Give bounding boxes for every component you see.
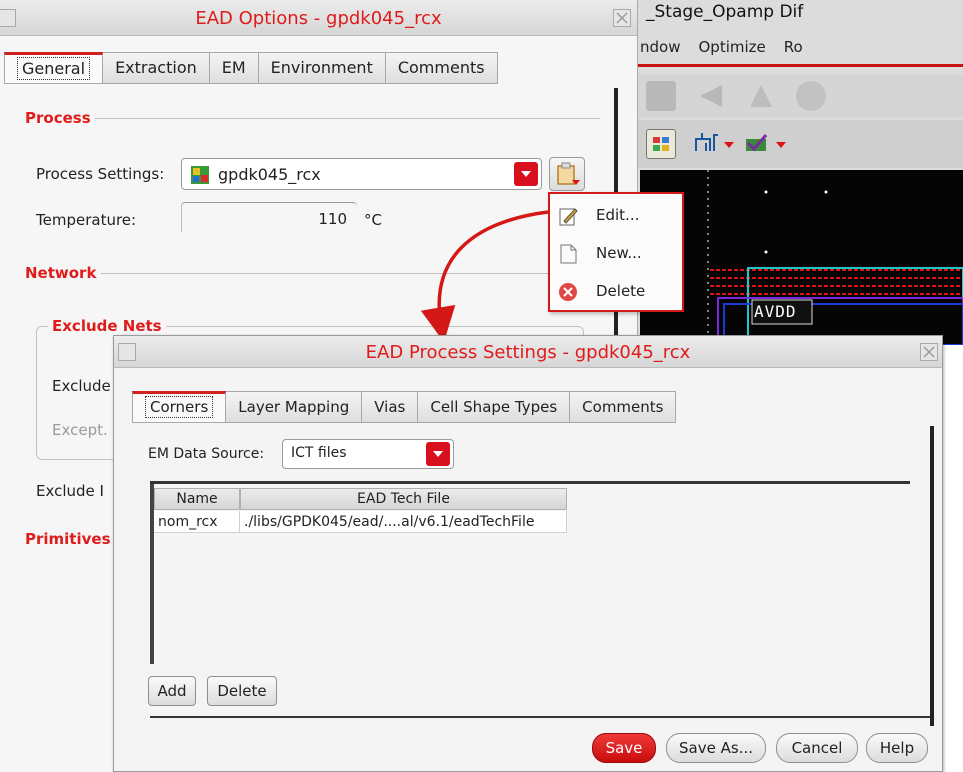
delete-icon — [558, 282, 578, 302]
dialog-close-button[interactable] — [920, 343, 938, 361]
tab-environment[interactable]: Environment — [258, 52, 386, 84]
toolbar-icon-2[interactable] — [696, 81, 726, 111]
process-dialog-title: EAD Process Settings - gpdk045_rcx — [365, 342, 691, 363]
process-settings-select[interactable]: gpdk045_rcx — [181, 158, 542, 190]
tab-vias[interactable]: Vias — [362, 391, 419, 423]
process-dropdown-arrow-icon[interactable] — [514, 162, 538, 186]
background-window: _Stage_Opamp Dif ndow Optimize Ro AVDD — [636, 0, 963, 345]
menu-divider — [636, 64, 963, 67]
menu-item-new[interactable]: New... — [550, 236, 682, 272]
avdd-label: AVDD — [754, 302, 797, 321]
close-button[interactable] — [613, 9, 631, 27]
options-window-title: EAD Options - gpdk045_rcx — [195, 8, 442, 29]
clipboard-icon — [557, 162, 580, 185]
primitives-section-label: Primitives — [25, 530, 111, 548]
temperature-value: 110 — [318, 210, 347, 228]
cancel-button[interactable]: Cancel — [776, 733, 858, 763]
save-as-button[interactable]: Save As... — [666, 733, 766, 763]
menu-item-delete[interactable]: Delete — [550, 274, 682, 310]
exclude-label: Exclude — [52, 377, 111, 395]
check-dropdown-icon[interactable] — [776, 142, 786, 148]
exclude-nets-label: Exclude Nets — [48, 317, 166, 335]
table-bottom-border — [150, 716, 930, 718]
process-icon — [190, 165, 210, 185]
toolbar-icon-4[interactable] — [796, 81, 826, 111]
menu-window[interactable]: ndow — [640, 32, 680, 62]
check-icon[interactable] — [742, 129, 772, 159]
options-tabs: General Extraction EM Environment Commen… — [4, 52, 498, 84]
edit-icon — [558, 206, 578, 226]
tab-comments[interactable]: Comments — [570, 391, 677, 423]
process-settings-label: Process Settings: — [36, 165, 165, 183]
add-button[interactable]: Add — [148, 676, 196, 706]
process-dialog-scrollbar[interactable] — [930, 426, 934, 726]
em-source-dropdown-arrow-icon[interactable] — [426, 442, 450, 466]
temperature-label: Temperature: — [36, 211, 137, 229]
process-dialog-titlebar[interactable]: EAD Process Settings - gpdk045_rcx — [114, 336, 942, 368]
menu-ro[interactable]: Ro — [784, 32, 803, 62]
tab-extraction[interactable]: Extraction — [103, 52, 210, 84]
tab-layer-mapping[interactable]: Layer Mapping — [226, 391, 363, 423]
document-icon — [558, 244, 578, 264]
network-divider — [101, 273, 551, 274]
menu-optimize[interactable]: Optimize — [698, 32, 765, 62]
tab-em[interactable]: EM — [209, 52, 259, 84]
tab-comments[interactable]: Comments — [385, 52, 498, 84]
process-section-label: Process — [25, 109, 91, 127]
tab-corners[interactable]: Corners — [132, 391, 227, 423]
tab-cell-shape-types[interactable]: Cell Shape Types — [418, 391, 571, 423]
temperature-field[interactable]: 110 — [181, 202, 357, 232]
toolbar-icon-3[interactable] — [746, 81, 776, 111]
background-menubar: ndow Optimize Ro — [636, 32, 963, 62]
table-row-name-cell[interactable]: nom_rcx — [154, 511, 240, 533]
process-divider — [95, 118, 600, 119]
save-button[interactable]: Save — [592, 733, 656, 763]
toolbar-icon-1[interactable] — [646, 81, 676, 111]
temperature-unit: °C — [364, 211, 382, 229]
schematic-dropdown-icon[interactable] — [724, 142, 734, 148]
menu-item-edit[interactable]: Edit... — [550, 198, 682, 234]
table-row-file-cell[interactable]: ./libs/GPDK045/ead/....al/v6.1/eadTechFi… — [240, 511, 567, 533]
process-tabs: Corners Layer Mapping Vias Cell Shape Ty… — [132, 391, 677, 423]
toolbar-bottom — [636, 120, 963, 168]
layout-canvas[interactable]: AVDD — [640, 170, 963, 345]
process-popup-menu: Edit... New... Delete — [548, 192, 684, 312]
help-button[interactable]: Help — [866, 733, 928, 763]
ead-process-settings-dialog: EAD Process Settings - gpdk045_rcx Corne… — [113, 335, 943, 772]
process-settings-value: gpdk045_rcx — [218, 165, 321, 184]
em-data-source-select[interactable]: ICT files — [282, 439, 454, 469]
em-data-source-value: ICT files — [291, 445, 347, 461]
except-label: Except. — [52, 421, 108, 439]
toolbar-top — [636, 74, 963, 118]
delete-button[interactable]: Delete — [207, 676, 277, 706]
exclude-label-2: Exclude I — [36, 482, 104, 500]
grid-view-icon[interactable] — [646, 129, 676, 159]
network-section-label: Network — [25, 264, 97, 282]
process-menu-button[interactable] — [549, 157, 585, 191]
schematic-icon[interactable] — [692, 129, 722, 159]
corners-table[interactable]: Name EAD Tech File nom_rcx ./libs/GPDK04… — [150, 481, 910, 664]
options-titlebar[interactable]: EAD Options - gpdk045_rcx — [0, 0, 637, 36]
em-data-source-label: EM Data Source: — [148, 446, 265, 462]
column-header-name[interactable]: Name — [154, 488, 240, 510]
column-header-ead-tech-file[interactable]: EAD Tech File — [240, 488, 567, 510]
tab-general[interactable]: General — [4, 52, 104, 84]
background-window-title: _Stage_Opamp Dif — [646, 2, 804, 22]
